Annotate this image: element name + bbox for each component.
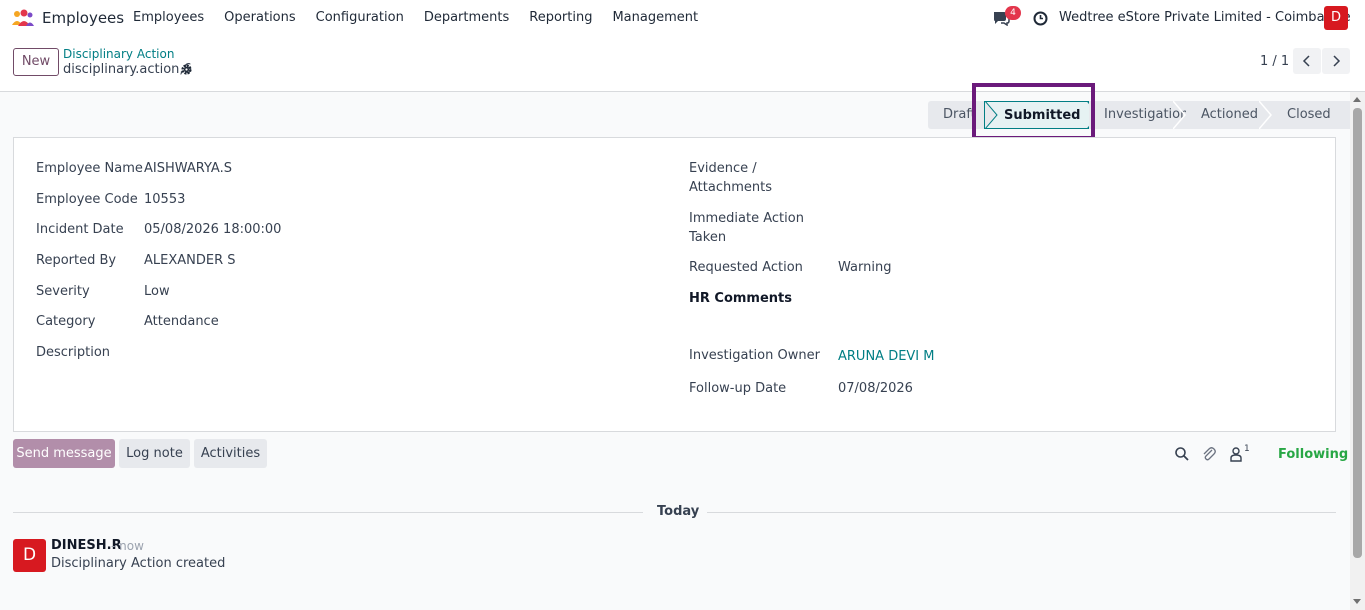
evidence-label-line1: Evidence / (689, 161, 757, 176)
highlight-box (972, 83, 1095, 140)
chevron-left-icon (1302, 55, 1310, 67)
menu-operations[interactable]: Operations (224, 10, 295, 25)
clock-icon[interactable] (1033, 11, 1048, 26)
menu-configuration[interactable]: Configuration (316, 10, 404, 25)
pager-previous-button[interactable] (1293, 48, 1321, 74)
incident-date-label: Incident Date (36, 222, 124, 237)
evidence-label-line2: Attachments (689, 180, 772, 195)
paperclip-icon[interactable] (1201, 446, 1217, 462)
control-panel: New Disciplinary Action disciplinary.act… (0, 37, 1365, 92)
menu-departments[interactable]: Departments (424, 10, 509, 25)
vertical-scrollbar[interactable] (1350, 92, 1365, 610)
search-icon[interactable] (1174, 446, 1190, 462)
chevron-right-icon (1333, 55, 1341, 67)
follow-up-date-field[interactable]: 07/08/2026 (838, 379, 913, 398)
log-note-button[interactable]: Log note (119, 439, 190, 468)
chat-badge: 4 (1005, 6, 1021, 20)
user-avatar[interactable]: D (1324, 6, 1348, 30)
stage-separator-icon (1259, 101, 1272, 129)
stage-draft-label: Draft (943, 107, 976, 122)
stage-investigation[interactable]: Investigation (1089, 101, 1188, 129)
main-menu: Employees Operations Configuration Depar… (133, 10, 718, 25)
employee-code-label: Employee Code (36, 192, 138, 207)
stage-actioned-label: Actioned (1201, 107, 1258, 122)
description-label: Description (36, 345, 111, 360)
severity-label: Severity (36, 284, 90, 299)
investigation-owner-label: Investigation Owner (689, 348, 820, 363)
form-sheet: Employee Name AISHWARYA.S Employee Code … (13, 137, 1336, 432)
category-field[interactable]: Attendance (144, 312, 219, 331)
scroll-up-icon[interactable] (1353, 97, 1361, 102)
severity-field[interactable]: Low (144, 282, 170, 301)
form-view: Draft Submitted Investigation Actioned C… (0, 83, 1354, 610)
stage-closed-label: Closed (1287, 107, 1331, 122)
divider-left (13, 512, 643, 513)
employees-app-icon[interactable] (11, 9, 35, 27)
record-title: disciplinary.action,6 (63, 62, 192, 77)
immediate-action-label-line2: Taken (689, 230, 727, 245)
message-avatar[interactable]: D (13, 539, 46, 572)
requested-action-field[interactable]: Warning (838, 258, 891, 277)
message-body: Disciplinary Action created (51, 556, 226, 571)
hr-comments-label: HR Comments (689, 291, 793, 306)
category-label: Category (36, 314, 96, 329)
employee-code-field[interactable]: 10553 (144, 190, 185, 209)
app-name[interactable]: Employees (42, 9, 124, 27)
requested-action-label: Requested Action (689, 260, 803, 275)
menu-management[interactable]: Management (612, 10, 698, 25)
gear-icon[interactable] (180, 63, 193, 76)
stage-actioned[interactable]: Actioned (1186, 101, 1272, 129)
activities-button[interactable]: Activities (194, 439, 267, 468)
reported-by-label: Reported By (36, 253, 117, 268)
top-navbar: Employees Employees Operations Configura… (0, 0, 1365, 37)
company-switcher[interactable]: Wedtree eStore Private Limited - Coimbat… (1059, 10, 1351, 25)
send-message-button[interactable]: Send message (13, 439, 115, 468)
follow-up-date-label: Follow-up Date (689, 381, 787, 396)
menu-reporting[interactable]: Reporting (529, 10, 592, 25)
divider-right (707, 512, 1336, 513)
stage-separator-icon (1173, 101, 1186, 129)
message-time: - now (111, 539, 144, 553)
employee-name-label: Employee Name (36, 161, 143, 176)
employee-name-field[interactable]: AISHWARYA.S (144, 159, 232, 178)
investigation-owner-link[interactable]: ARUNA DEVI M (838, 347, 935, 366)
immediate-action-label-line1: Immediate Action (689, 211, 804, 226)
following-button[interactable]: Following (1278, 447, 1348, 462)
pager-value[interactable]: 1 / 1 (1260, 54, 1289, 69)
scrollbar-thumb[interactable] (1353, 108, 1362, 558)
breadcrumb[interactable]: Disciplinary Action (63, 47, 174, 61)
scroll-down-icon[interactable] (1353, 599, 1361, 604)
reported-by-field[interactable]: ALEXANDER S (144, 251, 236, 270)
stage-closed[interactable]: Closed (1272, 101, 1354, 129)
incident-date-field[interactable]: 05/08/2026 18:00:00 (144, 220, 281, 239)
new-button[interactable]: New (13, 48, 59, 76)
follower-count: 1 (1244, 444, 1250, 454)
date-separator: Today (657, 504, 700, 519)
menu-employees[interactable]: Employees (133, 10, 204, 25)
followers-icon[interactable] (1228, 446, 1244, 462)
pager-next-button[interactable] (1322, 48, 1350, 74)
